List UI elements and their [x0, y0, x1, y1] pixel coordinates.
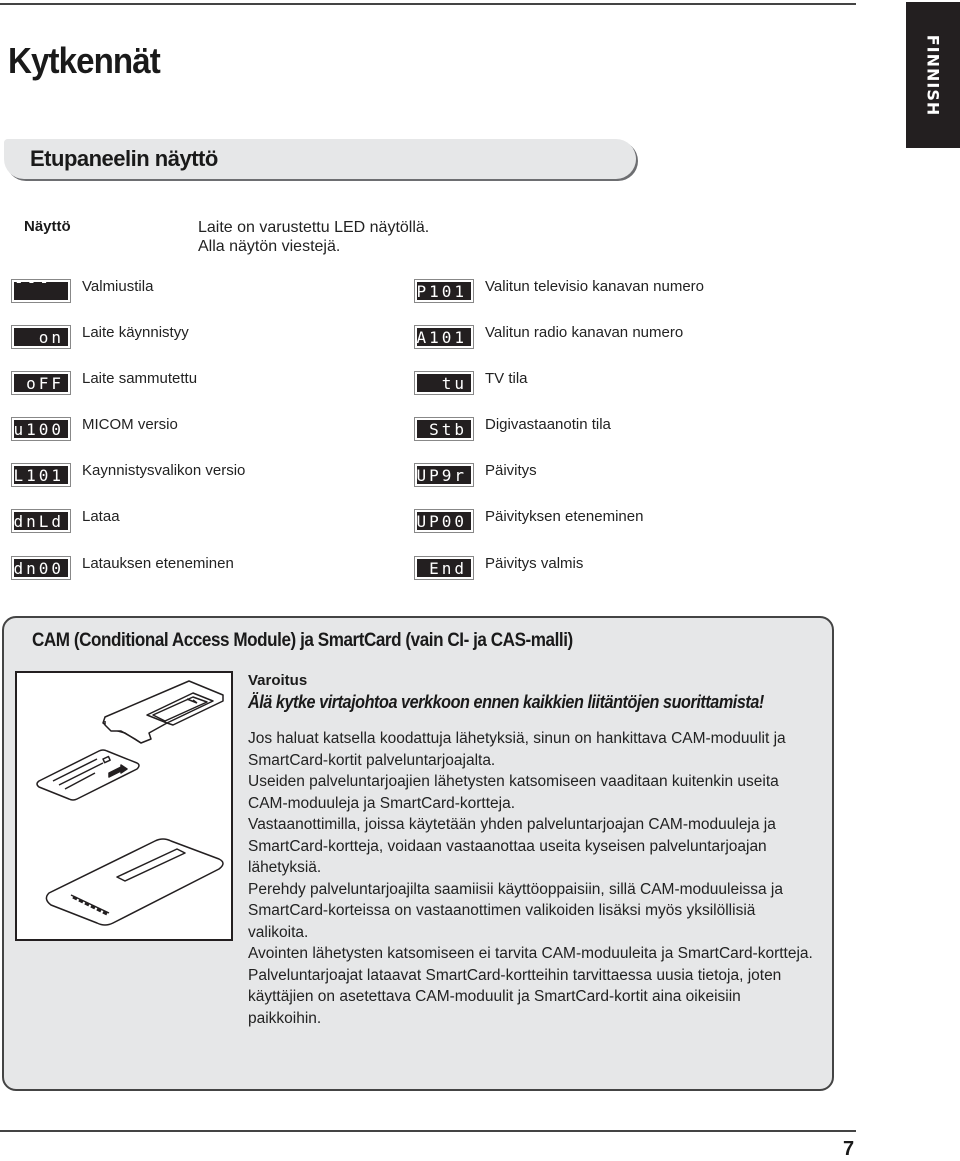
warning-text: Älä kytke virtajohtoa verkkoon ennen kai…	[248, 692, 764, 712]
led-display: UP00	[414, 509, 474, 533]
led-label: Valitun televisio kanavan numero	[485, 278, 705, 295]
led-display: u100	[11, 417, 71, 441]
display-label: Näyttö	[24, 218, 71, 235]
led-display: tu	[414, 371, 474, 395]
top-rule	[0, 3, 856, 5]
led-label: Valmiustila	[82, 278, 154, 295]
section-title: Etupaneelin näyttö	[30, 146, 218, 171]
led-row: oFF Laite sammutettu	[11, 370, 198, 395]
led-row: u100 MICOM versio	[11, 416, 178, 441]
section-header: Etupaneelin näyttö	[4, 139, 636, 179]
led-label: Laite käynnistyy	[82, 324, 189, 341]
led-display: L101	[11, 463, 71, 487]
paragraph: Useiden palveluntarjoajien lähetysten ka…	[248, 773, 779, 812]
led-display: Stb	[414, 417, 474, 441]
language-tab-label: FINNISH	[923, 34, 943, 116]
language-tab: FINNISH	[906, 2, 960, 148]
led-label: TV tila	[485, 370, 528, 387]
led-display: oFF	[11, 371, 71, 395]
display-intro: Laite on varustettu LED näytöllä. Alla n…	[198, 218, 429, 256]
led-row: A101 Valitun radio kanavan numero	[414, 324, 684, 349]
led-label: Kaynnistysvalikon versio	[82, 462, 246, 479]
led-row: on Laite käynnistyy	[11, 324, 189, 349]
cam-smartcard-illustration	[15, 671, 233, 941]
led-display: on	[11, 325, 71, 349]
led-row: Stb Digivastaanotin tila	[414, 416, 611, 441]
led-display: A101	[414, 325, 474, 349]
cam-body-text: Jos haluat katsella koodattuja lähetyksi…	[248, 728, 818, 1029]
led-label: Latauksen eteneminen	[82, 555, 234, 572]
led-label: Päivityksen eteneminen	[485, 508, 644, 525]
led-label: Valitun radio kanavan numero	[485, 324, 684, 341]
intro-line: Laite on varustettu LED näytöllä.	[198, 219, 430, 236]
led-label: Digivastaanotin tila	[485, 416, 611, 433]
led-row: UP00 Päivityksen eteneminen	[414, 508, 644, 533]
paragraph: Avointen lähetysten katsomiseen ei tarvi…	[248, 945, 813, 962]
led-label: Lataa	[82, 508, 120, 525]
led-row: P101 Valitun televisio kanavan numero	[414, 278, 705, 303]
intro-line: Alla näytön viestejä.	[198, 238, 341, 255]
led-label: Päivitys	[485, 462, 537, 479]
led-display: dnLd	[11, 509, 71, 533]
led-row: dn00 Latauksen eteneminen	[11, 555, 234, 580]
paragraph: Perehdy palveluntarjoajilta saamiisii kä…	[248, 880, 783, 941]
led-display: UP9r	[414, 463, 474, 487]
bottom-rule	[0, 1130, 856, 1132]
led-label: MICOM versio	[82, 416, 178, 433]
led-row: dnLd Lataa	[11, 508, 120, 533]
led-display: P101	[414, 279, 474, 303]
warning-label: Varoitus	[248, 672, 308, 689]
page-number: 7	[843, 1138, 855, 1160]
led-row: UP9r Päivitys	[414, 462, 537, 487]
page-title: Kytkennät	[8, 40, 161, 81]
paragraph: Palveluntarjoajat lataavat SmartCard-kor…	[248, 966, 782, 1027]
led-row: L101 Kaynnistysvalikon versio	[11, 462, 246, 487]
led-display: End	[414, 556, 474, 580]
led-label: Laite sammutettu	[82, 370, 198, 387]
led-display: ----	[11, 272, 71, 310]
cam-module-and-cards-icon	[36, 680, 224, 926]
led-row: End Päivitys valmis	[414, 555, 584, 580]
cam-title: CAM (Conditional Access Module) ja Smart…	[32, 630, 573, 651]
led-display: dn00	[11, 556, 71, 580]
paragraph: Jos haluat katsella koodattuja lähetyksi…	[248, 730, 786, 769]
paragraph: Vastaanottimilla, joissa käytetään yhden…	[248, 816, 776, 876]
led-row: tu TV tila	[414, 370, 528, 395]
led-row: ---- Valmiustila	[11, 272, 154, 310]
led-label: Päivitys valmis	[485, 555, 584, 572]
